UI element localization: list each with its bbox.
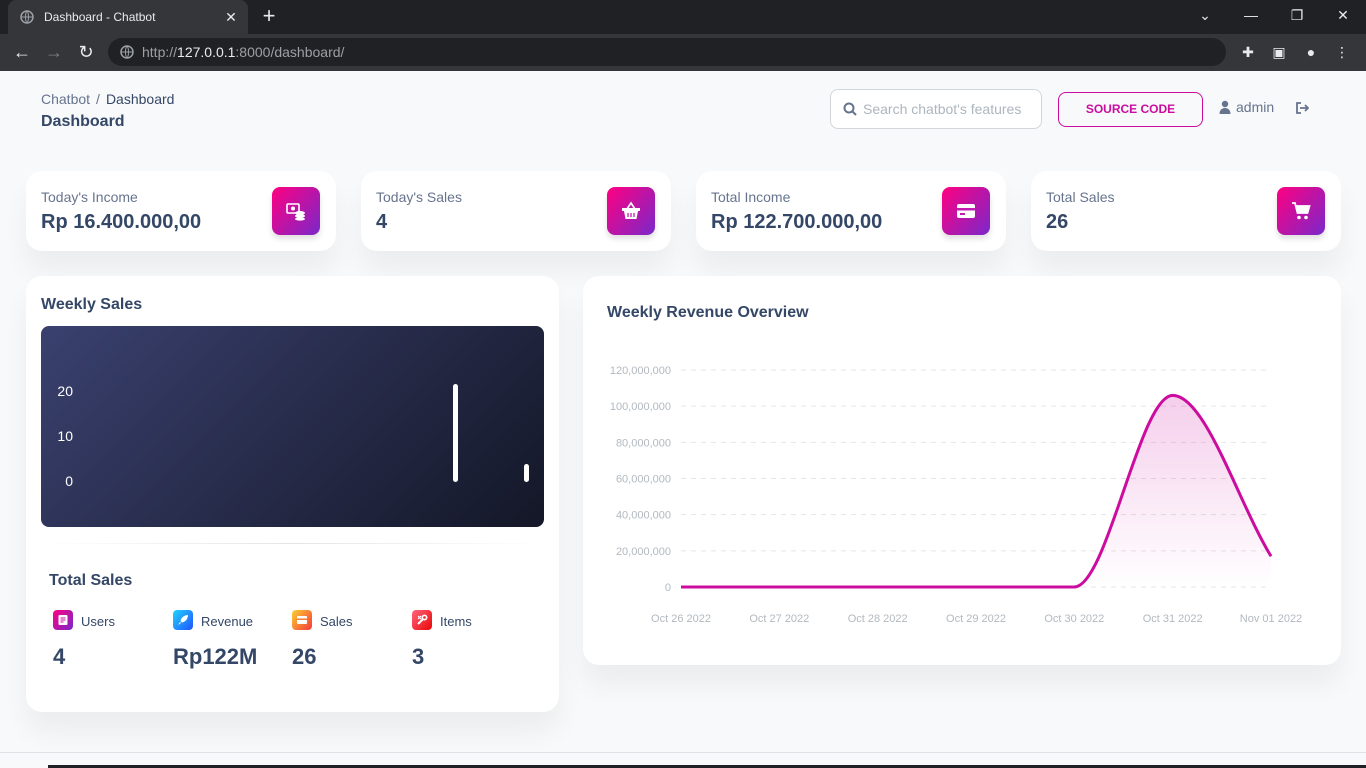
- browser-toolbar: ← → ↻ http://127.0.0.1:8000/dashboard/ ✚…: [0, 34, 1366, 71]
- stat-icon-box: [942, 187, 990, 235]
- mini-icon-box: [292, 610, 312, 630]
- browser-tab[interactable]: Dashboard - Chatbot ✕: [8, 0, 248, 34]
- mini-stat-label: Items: [440, 614, 472, 629]
- breadcrumb-current: Dashboard: [105, 91, 175, 107]
- rocket-icon: [178, 615, 188, 625]
- wrench-icon: [417, 614, 428, 625]
- stat-card-total-sales: Total Sales 26: [1031, 171, 1341, 251]
- y-tick-label: 0: [65, 473, 73, 489]
- page-content: Chatbot/Dashboard Dashboard SOURCE CODE …: [0, 71, 1366, 753]
- tab-close-icon[interactable]: ✕: [222, 8, 240, 26]
- y-tick-label: 60,000,000: [616, 474, 671, 486]
- stat-label: Total Income: [711, 189, 791, 205]
- x-tick-label: Nov 01 2022: [1240, 613, 1302, 625]
- url-text: http://127.0.0.1:8000/dashboard/: [142, 44, 345, 60]
- tab-search-icon[interactable]: ⌄: [1182, 0, 1228, 30]
- x-tick-label: Oct 28 2022: [848, 613, 908, 625]
- status-bar: [0, 753, 1366, 768]
- logout-icon[interactable]: [1295, 101, 1309, 115]
- weekly-sales-chart: 20 10 0: [41, 326, 544, 527]
- x-tick-label: Oct 29 2022: [946, 613, 1006, 625]
- stat-label: Today's Sales: [376, 189, 462, 205]
- basket-icon: [622, 201, 640, 219]
- stat-icon-box: [607, 187, 655, 235]
- side-panel-icon[interactable]: ▣: [1267, 40, 1291, 64]
- credit-card-icon: [297, 616, 307, 624]
- weekly-revenue-card: Weekly Revenue Overview 0 20,000,000 40,00…: [583, 276, 1341, 665]
- y-tick-label: 120,000,000: [610, 365, 671, 377]
- reload-icon[interactable]: ↻: [74, 40, 98, 64]
- search-icon: [843, 102, 857, 116]
- stat-value: Rp 122.700.000,00: [711, 211, 883, 233]
- money-coins-icon: [286, 203, 305, 221]
- back-arrow-icon[interactable]: ←: [10, 40, 34, 64]
- weekly-sales-card: Weekly Sales 20 10 0 Total Sales Users 4…: [26, 276, 559, 712]
- mini-icon-box: [173, 610, 193, 630]
- window-close-button[interactable]: ✕: [1320, 0, 1366, 30]
- y-tick-label: 40,000,000: [616, 510, 671, 522]
- sales-bar: [523, 464, 529, 482]
- extensions-icon[interactable]: ✚: [1236, 40, 1260, 64]
- breadcrumb-root[interactable]: Chatbot: [41, 91, 90, 107]
- x-tick-label: Oct 31 2022: [1143, 613, 1203, 625]
- new-tab-button[interactable]: +: [258, 5, 280, 28]
- y-tick-label: 20,000,000: [616, 546, 671, 558]
- page-title: Dashboard: [41, 113, 125, 130]
- x-tick-label: Oct 30 2022: [1044, 613, 1104, 625]
- y-tick-label: 80,000,000: [616, 437, 671, 449]
- x-tick-label: Oct 26 2022: [651, 613, 711, 625]
- y-tick-label: 100,000,000: [610, 401, 671, 413]
- stat-card-todays-income: Today's Income Rp 16.400.000,00: [26, 171, 336, 251]
- restore-button[interactable]: ❐: [1274, 0, 1320, 30]
- profile-icon[interactable]: ●: [1299, 40, 1323, 64]
- sales-bar: [453, 384, 458, 482]
- site-info-icon[interactable]: [120, 45, 134, 59]
- menu-icon[interactable]: ⋮: [1330, 40, 1354, 64]
- breadcrumb: Chatbot / Dashboard: [41, 91, 174, 107]
- weekly-revenue-chart: 0 20,000,000 40,000,000 60,000,000 80,000,00…: [610, 365, 1302, 625]
- user-icon: [1219, 100, 1231, 114]
- stat-icon-box: [1277, 187, 1325, 235]
- mini-stat-label: Revenue: [201, 614, 254, 629]
- stat-value: 4: [376, 211, 388, 233]
- mini-stat-label: Users: [81, 614, 115, 629]
- stat-card-todays-sales: Today's Sales 4: [361, 171, 671, 251]
- source-code-button[interactable]: SOURCE CODE: [1058, 92, 1203, 127]
- x-tick-label: Oct 27 2022: [749, 613, 809, 625]
- stat-card-total-income: Total Income Rp 122.700.000,00: [696, 171, 1006, 251]
- user-name: admin: [1236, 99, 1275, 115]
- minimize-button[interactable]: —: [1228, 0, 1274, 30]
- y-tick-label: 10: [57, 428, 73, 444]
- credit-card-icon: [957, 204, 975, 218]
- globe-icon: [20, 10, 34, 24]
- stat-label: Today's Income: [41, 189, 138, 205]
- divider: [41, 543, 544, 544]
- mini-stat-value: 26: [292, 644, 317, 669]
- y-tick-label: 0: [665, 582, 671, 594]
- stat-label: Total Sales: [1046, 189, 1115, 205]
- address-bar[interactable]: http://127.0.0.1:8000/dashboard/: [108, 38, 1226, 66]
- forward-arrow-icon[interactable]: →: [42, 40, 66, 64]
- stat-icon-box: [272, 187, 320, 235]
- total-sales-title: Total Sales: [49, 572, 133, 589]
- breadcrumb-separator: /: [96, 91, 100, 107]
- stat-value: Rp 16.400.000,00: [41, 211, 202, 233]
- weekly-sales-title: Weekly Sales: [41, 296, 143, 313]
- revenue-area: [681, 395, 1271, 587]
- browser-tab-bar: Dashboard - Chatbot ✕ + ⌄ — ❐ ✕: [0, 0, 1366, 34]
- mini-icon-box: [412, 610, 432, 630]
- mini-stat-value: 4: [53, 644, 66, 669]
- document-icon: [58, 615, 68, 625]
- tab-title: Dashboard - Chatbot: [44, 10, 156, 24]
- stat-value: 26: [1046, 211, 1069, 233]
- mini-stat-value: 3: [412, 644, 425, 669]
- mini-stat-value: Rp122M: [173, 644, 258, 669]
- cart-icon: [1292, 202, 1311, 220]
- search-box: [830, 89, 1042, 129]
- user-menu[interactable]: admin: [1218, 99, 1274, 115]
- search-input[interactable]: [863, 98, 1035, 120]
- mini-stat-label: Sales: [320, 614, 353, 629]
- y-tick-label: 20: [57, 383, 73, 399]
- mini-icon-box: [53, 610, 73, 630]
